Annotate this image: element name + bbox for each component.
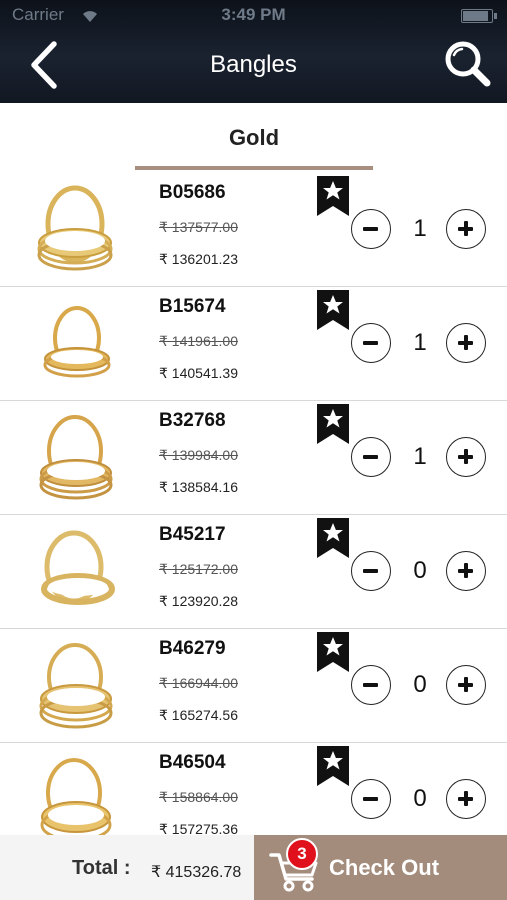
bangle-image bbox=[30, 293, 125, 393]
star-bookmark-icon bbox=[317, 404, 349, 444]
product-price: ₹ 138584.16 bbox=[159, 479, 238, 495]
favorite-star-button[interactable] bbox=[317, 290, 349, 330]
bangle-image bbox=[30, 749, 125, 835]
checkout-button[interactable]: 3 Check Out bbox=[254, 835, 507, 900]
product-code: B05686 bbox=[159, 182, 226, 203]
quantity-value: 0 bbox=[413, 671, 427, 698]
quantity-value: 0 bbox=[413, 557, 427, 584]
category-tab-bar: Gold bbox=[0, 103, 507, 173]
product-old-price: ₹ 158864.00 bbox=[159, 789, 238, 805]
quantity-increase-button[interactable] bbox=[446, 779, 486, 819]
product-code: B32768 bbox=[159, 410, 226, 431]
star-bookmark-icon bbox=[317, 632, 349, 672]
star-bookmark-icon bbox=[317, 746, 349, 786]
page-title: Bangles bbox=[210, 51, 297, 78]
product-list[interactable]: B05686 ₹ 137577.00 ₹ 136201.23 1 B15674 … bbox=[0, 173, 507, 835]
favorite-star-button[interactable] bbox=[317, 518, 349, 558]
quantity-value: 1 bbox=[413, 215, 427, 242]
product-code: B45217 bbox=[159, 524, 226, 545]
star-bookmark-icon bbox=[317, 176, 349, 216]
total-value: ₹ 415326.78 bbox=[151, 864, 242, 881]
checkout-label: Check Out bbox=[329, 855, 440, 880]
cart-count-badge: 3 bbox=[286, 838, 318, 870]
bangle-image bbox=[30, 521, 125, 621]
product-row[interactable]: B15674 ₹ 141961.00 ₹ 140541.39 1 bbox=[0, 287, 507, 401]
quantity-increase-button[interactable] bbox=[446, 665, 486, 705]
product-price: ₹ 123920.28 bbox=[159, 593, 238, 609]
quantity-value: 1 bbox=[413, 443, 427, 470]
quantity-decrease-button[interactable] bbox=[351, 437, 391, 477]
product-code: B15674 bbox=[159, 296, 226, 317]
cart-footer: Total : ₹ 415326.78 3 Check Out bbox=[0, 835, 507, 900]
bangle-image bbox=[30, 635, 125, 735]
bangle-image bbox=[30, 407, 125, 507]
product-row[interactable]: B05686 ₹ 137577.00 ₹ 136201.23 1 bbox=[0, 173, 507, 287]
product-old-price: ₹ 139984.00 bbox=[159, 447, 238, 463]
quantity-increase-button[interactable] bbox=[446, 209, 486, 249]
quantity-increase-button[interactable] bbox=[446, 323, 486, 363]
battery-icon bbox=[461, 9, 497, 23]
tab-gold-label: Gold bbox=[228, 125, 280, 150]
quantity-decrease-button[interactable] bbox=[351, 779, 391, 819]
quantity-decrease-button[interactable] bbox=[351, 323, 391, 363]
favorite-star-button[interactable] bbox=[317, 746, 349, 786]
quantity-increase-button[interactable] bbox=[446, 551, 486, 591]
status-time: 3:49 PM bbox=[221, 5, 286, 24]
search-icon bbox=[445, 41, 491, 87]
star-bookmark-icon bbox=[317, 290, 349, 330]
product-code: B46504 bbox=[159, 752, 226, 773]
star-bookmark-icon bbox=[317, 518, 349, 558]
product-price: ₹ 165274.56 bbox=[159, 707, 238, 723]
total-label: Total : bbox=[72, 857, 131, 879]
product-old-price: ₹ 125172.00 bbox=[159, 561, 238, 577]
tab-gold[interactable]: Gold bbox=[135, 103, 373, 173]
quantity-decrease-button[interactable] bbox=[351, 551, 391, 591]
quantity-increase-button[interactable] bbox=[446, 437, 486, 477]
quantity-decrease-button[interactable] bbox=[351, 665, 391, 705]
bangle-image bbox=[30, 179, 125, 279]
quantity-decrease-button[interactable] bbox=[351, 209, 391, 249]
product-row[interactable]: B45217 ₹ 125172.00 ₹ 123920.28 0 bbox=[0, 515, 507, 629]
favorite-star-button[interactable] bbox=[317, 404, 349, 444]
app-header: Carrier 3:49 PM Bangles bbox=[0, 0, 507, 103]
status-bar: Carrier 3:49 PM bbox=[0, 5, 507, 29]
search-button[interactable] bbox=[440, 38, 496, 90]
favorite-star-button[interactable] bbox=[317, 632, 349, 672]
quantity-value: 0 bbox=[413, 785, 427, 812]
product-old-price: ₹ 137577.00 bbox=[159, 219, 238, 235]
product-old-price: ₹ 141961.00 bbox=[159, 333, 238, 349]
product-row[interactable]: B46279 ₹ 166944.00 ₹ 165274.56 0 bbox=[0, 629, 507, 743]
product-row[interactable]: B32768 ₹ 139984.00 ₹ 138584.16 1 bbox=[0, 401, 507, 515]
product-row[interactable]: B46504 ₹ 158864.00 ₹ 157275.36 0 bbox=[0, 743, 507, 835]
product-code: B46279 bbox=[159, 638, 226, 659]
favorite-star-button[interactable] bbox=[317, 176, 349, 216]
tab-selected-indicator bbox=[135, 166, 373, 170]
product-price: ₹ 157275.36 bbox=[159, 821, 238, 835]
product-old-price: ₹ 166944.00 bbox=[159, 675, 238, 691]
quantity-value: 1 bbox=[413, 329, 427, 356]
product-price: ₹ 140541.39 bbox=[159, 365, 238, 381]
product-price: ₹ 136201.23 bbox=[159, 251, 238, 267]
